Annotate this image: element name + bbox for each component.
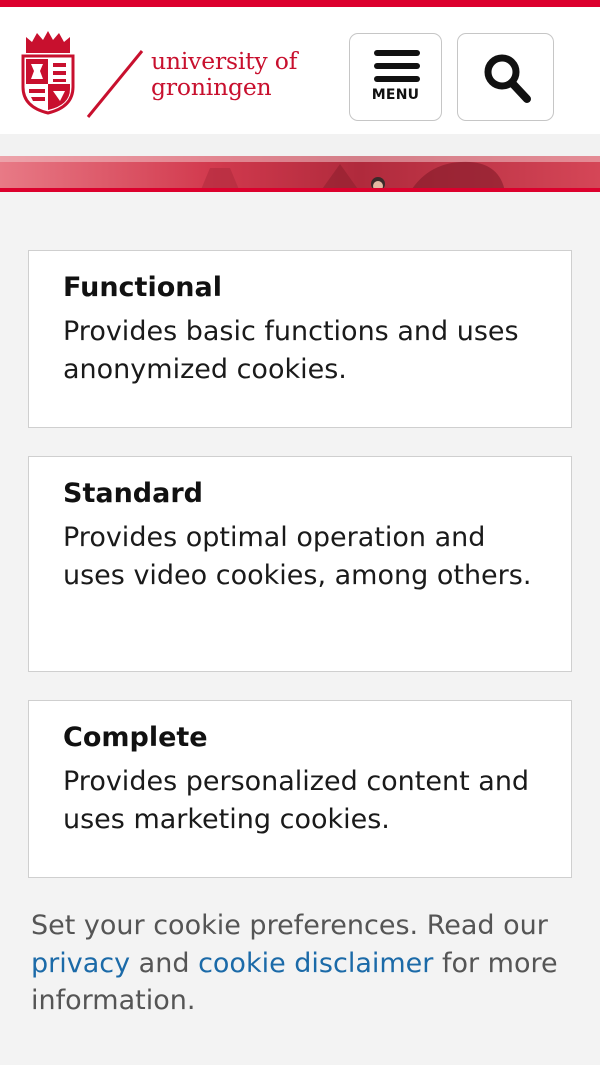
- info-text-and: and: [130, 947, 199, 979]
- site-header: university of groningen MENU: [0, 7, 600, 134]
- banner-bottom-line: [0, 188, 600, 192]
- university-logo-link[interactable]: university of groningen: [20, 29, 320, 121]
- crest-icon: [21, 31, 75, 115]
- search-icon: [484, 54, 531, 103]
- menu-button[interactable]: MENU: [349, 33, 442, 121]
- logo-line-1: university of: [151, 47, 298, 75]
- hero-banner: [0, 134, 600, 192]
- menu-label: MENU: [371, 87, 420, 103]
- option-title: Complete: [63, 722, 208, 753]
- logo-slash-icon: [86, 50, 144, 118]
- option-description: Provides personalized content and uses m…: [63, 766, 530, 835]
- option-description: Provides optimal operation and uses vide…: [63, 522, 532, 591]
- info-text-start: Set your cookie preferences. Read our: [31, 910, 548, 941]
- cookie-option-functional[interactable]: Functional Provides basic functions and …: [28, 250, 572, 428]
- cookie-info-text: Set your cookie preferences. Read our pr…: [31, 907, 576, 1020]
- search-button[interactable]: [457, 33, 554, 121]
- logo-line-2: groningen: [151, 73, 272, 101]
- logo-wordmark: university of groningen: [151, 48, 297, 100]
- cookie-option-standard[interactable]: Standard Provides optimal operation and …: [28, 456, 572, 672]
- option-title: Standard: [63, 478, 203, 509]
- option-description: Provides basic functions and uses anonym…: [63, 316, 519, 385]
- cookie-option-complete[interactable]: Complete Provides personalized content a…: [28, 700, 572, 878]
- privacy-link[interactable]: privacy: [31, 948, 130, 979]
- option-title: Functional: [63, 272, 222, 303]
- top-accent-bar: [0, 0, 600, 7]
- banner-photo: [0, 156, 600, 192]
- cookie-disclaimer-link[interactable]: cookie disclaimer: [198, 948, 433, 979]
- hamburger-icon: [374, 50, 420, 82]
